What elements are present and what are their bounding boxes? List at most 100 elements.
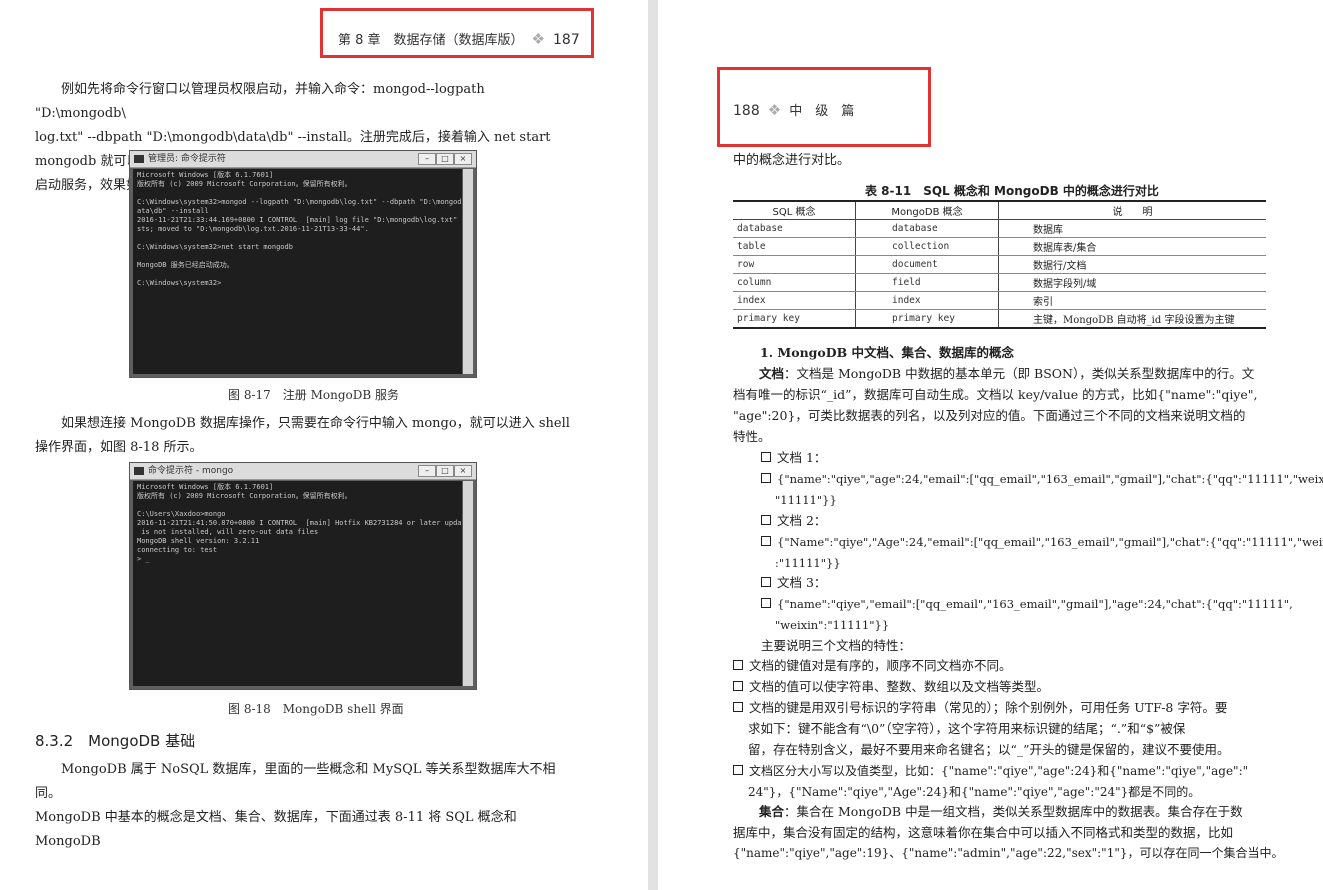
feature-item: 文档区分大小写以及值类型，比如：{"name":"qiye","age":24}… — [733, 761, 1248, 781]
diamond-ornament-icon: ❖ — [531, 30, 545, 48]
item-text: 文档区分大小写以及值类型，比如：{"name":"qiye","age":24}… — [749, 764, 1249, 778]
table-cell: 主键，MongoDB 自动将_id 字段设置为主键 — [998, 309, 1266, 329]
text: ：文档是 MongoDB 中数据的基本单元（即 BSON），类似关系型数据库中的… — [784, 366, 1255, 381]
item-text: {"Name":"qiye","Age":24,"email":["qq_ema… — [777, 535, 1323, 549]
item-text: 文档 3： — [777, 575, 827, 590]
console-output: Microsoft Windows [版本 6.1.7601] 版权所有 (c)… — [133, 481, 462, 686]
item-text: 文档的键是用双引号标识的字符串（常见的）；除个别例外，可用任务 UTF-8 字符… — [749, 700, 1228, 715]
checkbox-bullet-icon — [733, 681, 743, 691]
table-cell: primary key — [855, 309, 999, 329]
table-cell: index — [733, 291, 856, 310]
list-item-continuation: "weixin":"11111"}} — [775, 618, 890, 632]
checkbox-bullet-icon — [761, 473, 771, 483]
text-line: "age":20}，可类比数据表的列名，以及列对应的值。下面通过三个不同的文档来… — [733, 408, 1246, 423]
comparison-table: SQL 概念 MongoDB 概念 说 明 database database … — [733, 200, 1266, 329]
text-line: MongoDB 中基本的概念是文档、集合、数据库，下面通过表 8-11 将 SQ… — [35, 810, 517, 849]
table-cell: field — [855, 273, 999, 292]
table-cell: primary key — [733, 309, 856, 329]
minimize-icon: – — [418, 465, 436, 477]
table-cell: 索引 — [998, 291, 1266, 310]
checkbox-bullet-icon — [761, 598, 771, 608]
checkbox-bullet-icon — [761, 577, 771, 587]
paragraph-connect: 如果想连接 MongoDB 数据库操作，只需要在命令行中输入 mongo，就可以… — [35, 412, 575, 460]
chapter-title: 第 8 章 数据存储（数据库版） — [338, 33, 524, 48]
figure-caption: 图 8-17 注册 MongoDB 服务 — [228, 388, 399, 402]
page-gutter — [648, 0, 658, 890]
feature-item-continuation: 24"}，{"Name":"qiye","Age":24}和{"name":"q… — [748, 785, 1201, 799]
section-title: 8.3.2 MongoDB 基础 — [35, 732, 196, 750]
window-titlebar: 命令提示符 - mongo – □ × — [130, 463, 476, 480]
text: ：集合在 MongoDB 中是一组文档，类似关系型数据库中的数据表。集合存在于数 — [784, 804, 1243, 819]
window-titlebar: 管理员: 命令提示符 – □ × — [130, 151, 476, 168]
list-item: {"name":"qiye","age":24,"email":["qq_ema… — [761, 469, 1323, 489]
checkbox-bullet-icon — [761, 452, 771, 462]
table-header-row: SQL 概念 MongoDB 概念 说 明 — [733, 200, 1266, 220]
features-intro: 主要说明三个文档的特性： — [761, 638, 912, 653]
feature-item: 文档的键值对是有序的，顺序不同文档亦不同。 — [733, 656, 1012, 676]
cmd-icon — [134, 155, 144, 163]
cmd-icon — [134, 467, 144, 475]
table-cell: 数据库表/集合 — [998, 237, 1266, 256]
feature-item-continuation: 留，存在特别含义，最好不要用来命名键名；以“_”开头的键是保留的，建议不要使用。 — [748, 742, 1230, 757]
paragraph-basics: MongoDB 属于 NoSQL 数据库，里面的一些概念和 MySQL 等关系型… — [35, 758, 575, 854]
subheading: 1. MongoDB 中文档、集合、数据库的概念 — [760, 345, 1014, 360]
table-cell: table — [733, 237, 856, 256]
list-item: {"Name":"qiye","Age":24,"email":["qq_ema… — [761, 532, 1323, 552]
column-header: 说 明 — [998, 200, 1266, 220]
part-title: 中 级 篇 — [789, 104, 855, 119]
feature-item: 文档的值可以使字符串、整数、数组以及文档等类型。 — [733, 677, 1049, 697]
table-cell: database — [855, 219, 999, 238]
table-cell: database — [733, 219, 856, 238]
list-item: 文档 2： — [761, 511, 826, 531]
table-row: column field 数据字段列/域 — [733, 273, 1266, 292]
list-item: {"name":"qiye","email":["qq_email","163_… — [761, 594, 1293, 614]
column-header: SQL 概念 — [733, 200, 856, 220]
checkbox-bullet-icon — [733, 765, 743, 775]
close-icon: × — [454, 465, 472, 477]
list-item: 文档 1： — [761, 448, 826, 468]
column-header: MongoDB 概念 — [855, 200, 999, 220]
window-title: 命令提示符 - mongo — [148, 466, 234, 476]
left-running-header: 第 8 章 数据存储（数据库版） ❖ 187 — [338, 29, 580, 48]
text-line: 例如先将命令行窗口以管理员权限启动，并输入命令：mongod--logpath … — [35, 82, 485, 121]
right-page: 188 ❖ 中 级 篇 中的概念进行对比。 表 8-11 SQL 概念和 Mongo… — [658, 0, 1323, 890]
page-number: 187 — [553, 32, 580, 48]
minimize-icon: – — [418, 153, 436, 165]
term: 集合 — [759, 804, 785, 819]
text-line: 文档：文档是 MongoDB 中数据的基本单元（即 BSON），类似关系型数据库… — [733, 363, 1293, 384]
text-line: 集合：集合在 MongoDB 中是一组文档，类似关系型数据库中的数据表。集合存在… — [733, 801, 1293, 822]
term: 文档 — [759, 366, 785, 381]
checkbox-bullet-icon — [761, 515, 771, 525]
item-text: 文档的键值对是有序的，顺序不同文档亦不同。 — [749, 658, 1012, 673]
feature-item-continuation: 求如下：键不能含有“\0”（空字符），这个字符用来标识键的结尾；“.”和“$”被… — [748, 721, 1186, 736]
document-paragraph: 文档：文档是 MongoDB 中数据的基本单元（即 BSON），类似关系型数据库… — [733, 363, 1293, 447]
table-cell: collection — [855, 237, 999, 256]
right-running-header: 188 ❖ 中 级 篇 — [733, 100, 854, 119]
figure-8-17-screenshot: 管理员: 命令提示符 – □ × Microsoft Windows [版本 6… — [129, 150, 477, 378]
table-cell: 数据库 — [998, 219, 1266, 238]
list-item-continuation: :"11111"}} — [775, 556, 841, 570]
item-text: {"name":"qiye","email":["qq_email","163_… — [777, 597, 1293, 611]
text-line: 据库中，集合没有固定的结构，这意味着你在集合中可以插入不同格式和类型的数据，比如 — [733, 825, 1234, 840]
figure-8-18-screenshot: 命令提示符 - mongo – □ × Microsoft Windows [版… — [129, 462, 477, 690]
intro-line: 中的概念进行对比。 — [733, 153, 851, 168]
item-text: 文档 1： — [777, 450, 827, 465]
list-item: 文档 3： — [761, 573, 826, 593]
checkbox-bullet-icon — [761, 536, 771, 546]
table-row: primary key primary key 主键，MongoDB 自动将_i… — [733, 309, 1266, 329]
collection-paragraph: 集合：集合在 MongoDB 中是一组文档，类似关系型数据库中的数据表。集合存在… — [733, 801, 1293, 864]
diamond-ornament-icon: ❖ — [767, 101, 782, 119]
table-row: index index 索引 — [733, 291, 1266, 310]
console-scrollbar — [463, 481, 473, 686]
text-line: 操作界面，如图 8-18 所示。 — [35, 440, 203, 455]
left-page: 第 8 章 数据存储（数据库版） ❖ 187 例如先将命令行窗口以管理员权限启动，并… — [0, 0, 648, 890]
list-item-continuation: "11111"}} — [775, 493, 837, 507]
page-number: 188 — [733, 103, 760, 119]
checkbox-bullet-icon — [733, 702, 743, 712]
text-line: {"name":"qiye","age":19}、{"name":"admin"… — [733, 846, 1284, 860]
item-text: {"name":"qiye","age":24,"email":["qq_ema… — [777, 472, 1323, 486]
table-title: 表 8-11 SQL 概念和 MongoDB 中的概念进行对比 — [865, 184, 1159, 198]
close-icon: × — [454, 153, 472, 165]
table-row: table collection 数据库表/集合 — [733, 237, 1266, 256]
console-output: Microsoft Windows [版本 6.1.7601] 版权所有 (c)… — [133, 169, 462, 374]
